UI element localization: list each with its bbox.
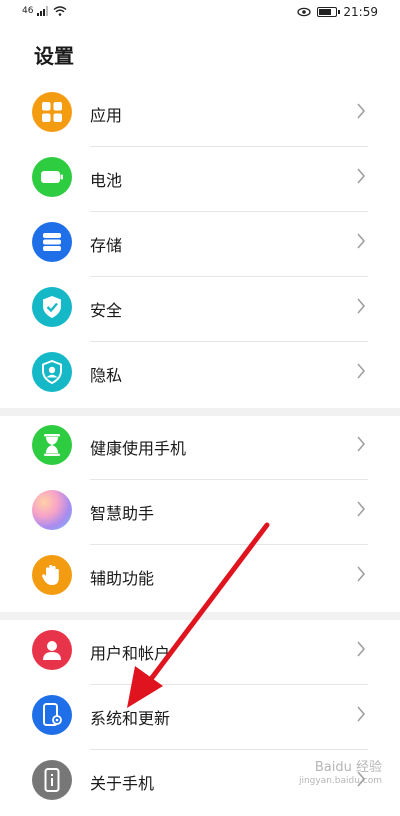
eye-comfort-icon xyxy=(297,7,312,17)
settings-item-label: 智慧助手 xyxy=(90,504,155,523)
chevron-right-icon xyxy=(357,298,366,314)
section-separator xyxy=(0,612,400,620)
clock: 21:59 xyxy=(343,5,378,19)
storage-icon xyxy=(32,222,72,262)
settings-item-label: 安全 xyxy=(90,301,123,320)
watermark-logo-text: Baidu 经验 xyxy=(314,760,382,775)
settings-item-shield-check[interactable]: 安全 xyxy=(0,277,400,342)
chevron-right-icon xyxy=(357,706,366,722)
settings-item-label: 隐私 xyxy=(90,366,123,385)
shield-check-icon xyxy=(32,287,72,327)
chevron-right-icon xyxy=(357,168,366,184)
settings-item-label: 健康使用手机 xyxy=(90,439,187,458)
settings-item-battery[interactable]: 电池 xyxy=(0,147,400,212)
battery-icon xyxy=(32,157,72,197)
watermark-url: jingyan.baidu.com xyxy=(298,775,382,786)
status-right: 21:59 xyxy=(297,5,378,19)
settings-item-storage[interactable]: 存储 xyxy=(0,212,400,277)
settings-item-apps[interactable]: 应用 xyxy=(0,82,400,147)
settings-item-label: 电池 xyxy=(90,171,123,190)
watermark: Baidu 经验 jingyan.baidu.com xyxy=(299,760,382,786)
settings-item-label: 用户和帐户 xyxy=(90,644,171,663)
user-icon xyxy=(32,630,72,670)
signal-icon xyxy=(37,6,49,16)
settings-item-hand[interactable]: 辅助功能 xyxy=(0,545,400,610)
phone-info-icon xyxy=(32,760,72,800)
chevron-right-icon xyxy=(357,233,366,249)
settings-item-privacy[interactable]: 隐私 xyxy=(0,342,400,407)
settings-item-hourglass[interactable]: 健康使用手机 xyxy=(0,415,400,480)
page-title: 设置 xyxy=(34,44,74,68)
settings-item-system-update[interactable]: 系统和更新 xyxy=(0,685,400,750)
chevron-right-icon xyxy=(357,436,366,452)
chevron-right-icon xyxy=(357,501,366,517)
privacy-icon xyxy=(32,352,72,392)
battery-icon xyxy=(317,7,341,17)
hourglass-icon xyxy=(32,425,72,465)
settings-item-label: 辅助功能 xyxy=(90,569,155,588)
chevron-right-icon xyxy=(357,641,366,657)
assistant-icon xyxy=(32,490,72,530)
system-update-icon xyxy=(32,695,72,735)
status-left: 46 xyxy=(22,6,67,16)
apps-icon xyxy=(32,92,72,132)
chevron-right-icon xyxy=(357,363,366,379)
settings-item-label: 应用 xyxy=(90,106,123,125)
signal-type-label: 46 xyxy=(22,6,34,16)
settings-item-user[interactable]: 用户和帐户 xyxy=(0,620,400,685)
settings-item-label: 系统和更新 xyxy=(90,709,171,728)
settings-item-label: 关于手机 xyxy=(90,774,155,793)
chevron-right-icon xyxy=(357,103,366,119)
chevron-right-icon xyxy=(357,566,366,582)
settings-item-label: 存储 xyxy=(90,236,123,255)
wifi-icon xyxy=(54,6,67,16)
status-bar: 46 21:59 xyxy=(0,0,400,26)
settings-item-assistant[interactable]: 智慧助手 xyxy=(0,480,400,545)
hand-icon xyxy=(32,555,72,595)
